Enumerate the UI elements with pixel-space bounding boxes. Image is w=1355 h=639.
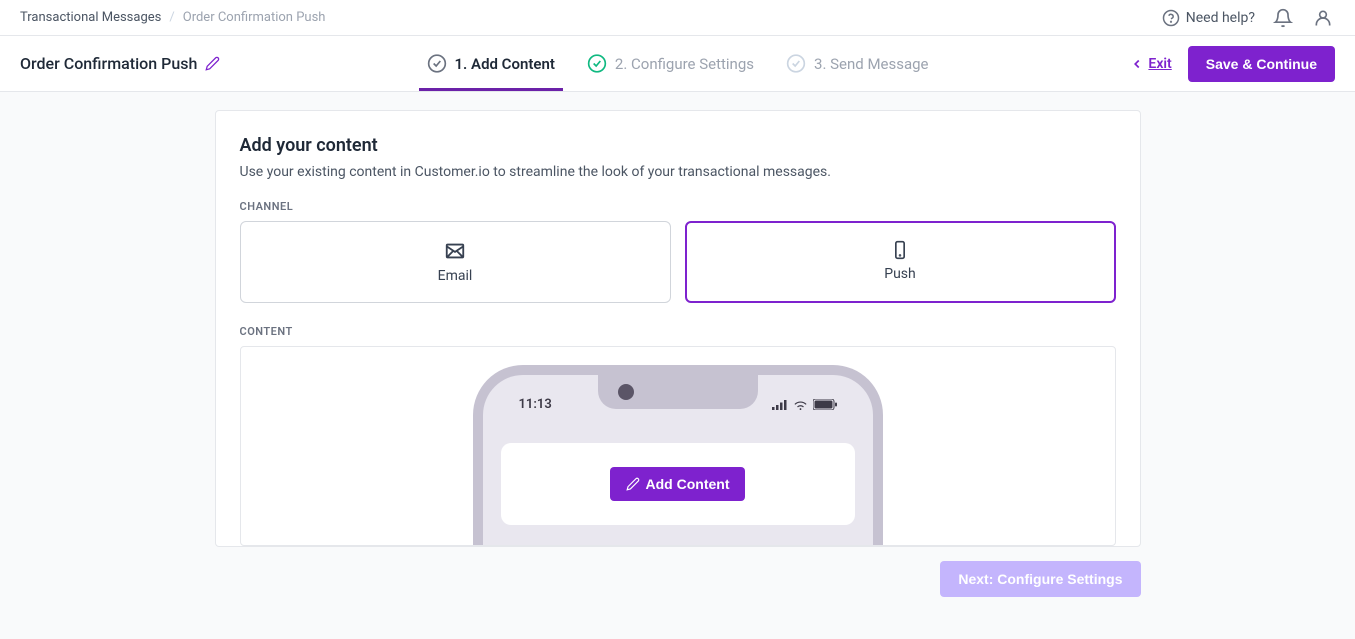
mobile-icon	[890, 240, 910, 260]
check-circle-icon	[426, 54, 446, 74]
channel-section-label: CHANNEL	[240, 200, 1116, 213]
channel-option-email[interactable]: Email	[240, 221, 671, 303]
need-help-link[interactable]: Need help?	[1162, 9, 1255, 27]
battery-icon	[813, 399, 837, 410]
breadcrumb-parent[interactable]: Transactional Messages	[20, 10, 161, 25]
phone-time: 11:13	[519, 397, 579, 412]
pencil-icon	[626, 477, 640, 491]
next-button[interactable]: Next: Configure Settings	[940, 561, 1140, 597]
save-continue-button[interactable]: Save & Continue	[1188, 46, 1335, 82]
breadcrumb-separator: /	[169, 10, 174, 25]
wizard-steps: 1. Add Content 2. Configure Settings 3. …	[426, 36, 928, 91]
email-icon	[444, 240, 466, 262]
content-section-label: CONTENT	[240, 325, 1116, 338]
channel-label: Email	[438, 268, 473, 284]
content-card: Add your content Use your existing conte…	[215, 110, 1141, 547]
wifi-icon	[793, 399, 808, 410]
step-label: 3. Send Message	[814, 55, 929, 73]
card-subtitle: Use your existing content in Customer.io…	[240, 164, 1116, 180]
bell-icon	[1273, 8, 1293, 28]
channel-option-push[interactable]: Push	[685, 221, 1116, 303]
need-help-label: Need help?	[1186, 10, 1255, 26]
add-content-button[interactable]: Add Content	[610, 467, 746, 501]
step-label: 1. Add Content	[454, 55, 554, 73]
add-content-label: Add Content	[646, 476, 730, 492]
step-configure-settings[interactable]: 2. Configure Settings	[587, 36, 754, 91]
check-circle-icon	[786, 54, 806, 74]
exit-link[interactable]: Exit	[1130, 56, 1171, 72]
check-circle-icon	[587, 54, 607, 74]
help-icon	[1162, 9, 1180, 27]
step-label: 2. Configure Settings	[615, 55, 754, 73]
user-icon	[1313, 8, 1333, 28]
signal-icon	[772, 399, 788, 410]
step-add-content[interactable]: 1. Add Content	[426, 36, 554, 91]
account-button[interactable]	[1311, 6, 1335, 30]
card-title: Add your content	[240, 135, 1116, 156]
phone-mockup: 11:13	[473, 365, 883, 545]
page-title: Order Confirmation Push	[20, 54, 197, 73]
exit-label: Exit	[1148, 56, 1171, 72]
notification-placeholder: Add Content	[501, 443, 855, 525]
breadcrumb: Transactional Messages / Order Confirmat…	[20, 10, 325, 25]
edit-title-button[interactable]	[205, 56, 220, 71]
phone-camera-dot	[618, 384, 634, 400]
breadcrumb-current: Order Confirmation Push	[183, 10, 326, 25]
channel-label: Push	[884, 266, 916, 282]
pencil-icon	[205, 56, 220, 71]
phone-notch	[598, 375, 758, 409]
chevron-left-icon	[1130, 57, 1144, 71]
step-send-message[interactable]: 3. Send Message	[786, 36, 929, 91]
content-preview: 11:13	[240, 346, 1116, 546]
notifications-button[interactable]	[1271, 6, 1295, 30]
